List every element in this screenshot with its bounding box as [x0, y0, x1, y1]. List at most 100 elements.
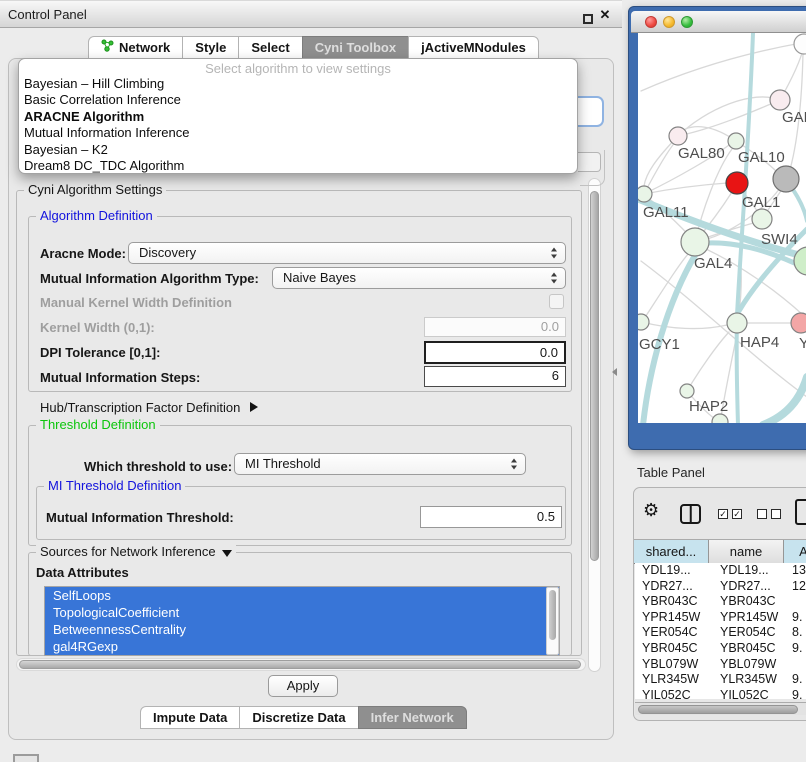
panel-divider-grip[interactable] [612, 368, 617, 376]
apply-button[interactable]: Apply [268, 675, 338, 697]
network-edge [642, 253, 689, 322]
network-node-label: Y [799, 335, 806, 352]
table-row[interactable]: YBL079WYBL079W [635, 657, 806, 673]
aracne-mode-select[interactable]: Discovery [128, 242, 566, 264]
tab-impute-data[interactable]: Impute Data [140, 706, 240, 729]
tab-infer-network[interactable]: Infer Network [358, 706, 467, 729]
manual-kernel-checkbox[interactable] [549, 294, 564, 309]
table-cell: YDR27... [642, 579, 693, 595]
network-node-label: HAP4 [740, 334, 779, 351]
tab-label: Select [251, 37, 289, 58]
network-node[interactable] [712, 414, 728, 423]
network-node[interactable] [794, 34, 806, 54]
mac-close-button[interactable] [645, 16, 657, 28]
corner-button-fragment[interactable] [13, 754, 39, 762]
import-table-icon[interactable] [795, 499, 806, 525]
show-columns-icon[interactable] [680, 504, 701, 524]
spinner-arrows-icon [551, 273, 558, 284]
tab-cyni-toolbox[interactable]: Cyni Toolbox [302, 36, 409, 59]
table-row[interactable]: YLR345WYLR345W9. [635, 672, 806, 688]
which-threshold-select[interactable]: MI Threshold [234, 453, 526, 475]
table-row[interactable]: YDL19...YDL19...13 [635, 563, 806, 579]
network-node-label: HAP2 [689, 398, 728, 415]
table-cell: YPR145W [642, 610, 700, 626]
network-node[interactable] [638, 186, 652, 202]
hub-definition-toggle[interactable]: Hub/Transcription Factor Definition [40, 399, 258, 415]
inference-algorithm-combo-fragment[interactable] [578, 96, 604, 127]
network-node[interactable] [638, 314, 649, 330]
table-cell: YBR045C [642, 641, 698, 657]
table-cell: YER054C [720, 625, 776, 641]
deselect-all-checkbox-icon[interactable] [771, 509, 781, 519]
tab-discretize-data[interactable]: Discretize Data [239, 706, 358, 729]
column-header-name[interactable]: name [709, 540, 784, 564]
tab-jactivemnodules[interactable]: jActiveMNodules [408, 36, 539, 59]
table-cell: YBR045C [720, 641, 776, 657]
mi-type-select[interactable]: Naive Bayes [272, 267, 566, 289]
settings-hscroll-thumb[interactable] [19, 660, 581, 669]
network-node[interactable] [669, 127, 687, 145]
table-row[interactable]: YIL052CYIL052C9. [635, 688, 806, 699]
network-node[interactable] [680, 384, 694, 398]
network-node[interactable] [791, 313, 806, 333]
tab-select[interactable]: Select [238, 36, 302, 59]
attribute-item[interactable]: TopologicalCoefficient [45, 604, 559, 621]
network-node[interactable] [728, 133, 744, 149]
mac-minimize-button[interactable] [663, 16, 675, 28]
network-node[interactable] [681, 228, 709, 256]
network-node[interactable] [773, 166, 799, 192]
algorithm-option[interactable]: Dream8 DC_TDC Algorithm [19, 158, 577, 174]
deselect-all-checkbox-icon[interactable] [757, 509, 767, 519]
column-header-shared[interactable]: shared... [634, 540, 709, 564]
network-edge [678, 97, 780, 136]
cyni-settings-title: Cyni Algorithm Settings [24, 183, 166, 197]
table-cell: 8. [792, 625, 802, 641]
select-all-checkbox-icon[interactable]: ✓ [718, 509, 728, 519]
network-canvas[interactable]: GAL80GAL10GAL1GAL11SWI4GAL4GALGCY1HAP4YH… [638, 33, 806, 423]
network-node[interactable] [770, 90, 790, 110]
gear-icon[interactable]: ⚙ [643, 501, 659, 521]
algorithm-option[interactable]: Basic Correlation Inference [19, 92, 577, 108]
attribute-item[interactable]: BetweennessCentrality [45, 621, 559, 638]
mi-threshold-group-title: MI Threshold Definition [44, 479, 185, 493]
attribute-item[interactable]: gal4RGexp [45, 638, 559, 655]
network-window-titlebar[interactable] [631, 11, 806, 33]
table-cell: YLR345W [642, 672, 699, 688]
mi-steps-field[interactable]: 6 [424, 366, 566, 387]
table-data-combo-fragment[interactable] [578, 152, 601, 172]
control-panel-titlebar: Control Panel ✕ [0, 0, 622, 28]
table-row[interactable]: YDR27...YDR27...12 [635, 579, 806, 595]
sources-group-title[interactable]: Sources for Network Inference [36, 545, 236, 559]
network-node[interactable] [727, 313, 747, 333]
table-row[interactable]: YBR043CYBR043C [635, 594, 806, 610]
kernel-width-field[interactable]: 0.0 [424, 317, 566, 337]
attribute-item[interactable]: SelfLoops [45, 587, 559, 604]
float-window-icon[interactable] [583, 14, 593, 24]
mi-threshold-field[interactable]: 0.5 [420, 506, 562, 528]
column-header-a[interactable]: A [784, 540, 806, 564]
table-hscroll-thumb[interactable] [638, 705, 798, 714]
dpi-tolerance-field[interactable]: 0.0 [424, 341, 566, 364]
table-row[interactable]: YBR045CYBR045C9. [635, 641, 806, 657]
network-node[interactable] [726, 172, 748, 194]
table-row[interactable]: YPR145WYPR145W9. [635, 610, 806, 626]
settings-vertical-scrollbar [588, 178, 601, 672]
algorithm-option[interactable]: ARACNE Algorithm [19, 109, 577, 125]
network-view-window: GAL80GAL10GAL1GAL11SWI4GAL4GALGCY1HAP4YH… [628, 6, 806, 450]
attributes-scrollbar-thumb[interactable] [549, 590, 556, 640]
algorithm-option[interactable]: Mutual Information Inference [19, 125, 577, 141]
algorithm-definition-title: Algorithm Definition [36, 209, 157, 223]
close-icon[interactable]: ✕ [597, 7, 613, 23]
settings-vscroll-thumb[interactable] [590, 191, 599, 561]
tab-network[interactable]: Network [88, 36, 183, 59]
algorithm-option[interactable]: Bayesian – K2 [19, 142, 577, 158]
select-all-checkbox-icon[interactable]: ✓ [732, 509, 742, 519]
mac-zoom-button[interactable] [681, 16, 693, 28]
network-node[interactable] [752, 209, 772, 229]
algorithm-dropdown-popup: Select algorithm to view settings Bayesi… [18, 58, 578, 174]
tab-label: Infer Network [371, 707, 454, 728]
algorithm-option[interactable]: Bayesian – Hill Climbing [19, 76, 577, 92]
tab-style[interactable]: Style [182, 36, 239, 59]
hub-definition-label: Hub/Transcription Factor Definition [40, 400, 240, 415]
table-row[interactable]: YER054CYER054C8. [635, 625, 806, 641]
